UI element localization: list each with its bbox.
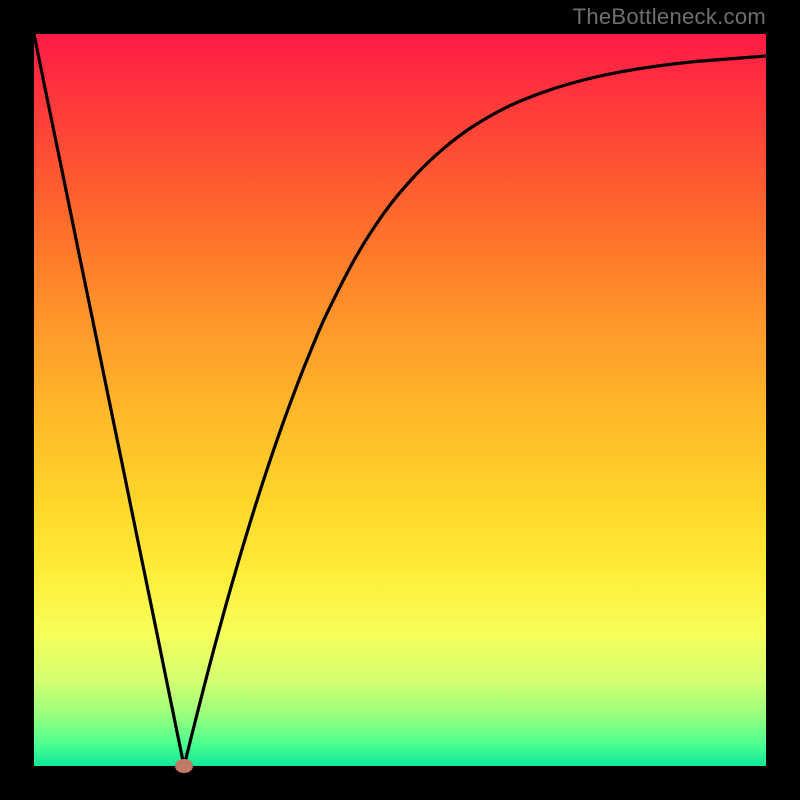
optimum-marker bbox=[175, 759, 193, 773]
watermark-text: TheBottleneck.com bbox=[573, 4, 766, 30]
chart-frame: TheBottleneck.com bbox=[0, 0, 800, 800]
plot-area bbox=[34, 34, 766, 766]
